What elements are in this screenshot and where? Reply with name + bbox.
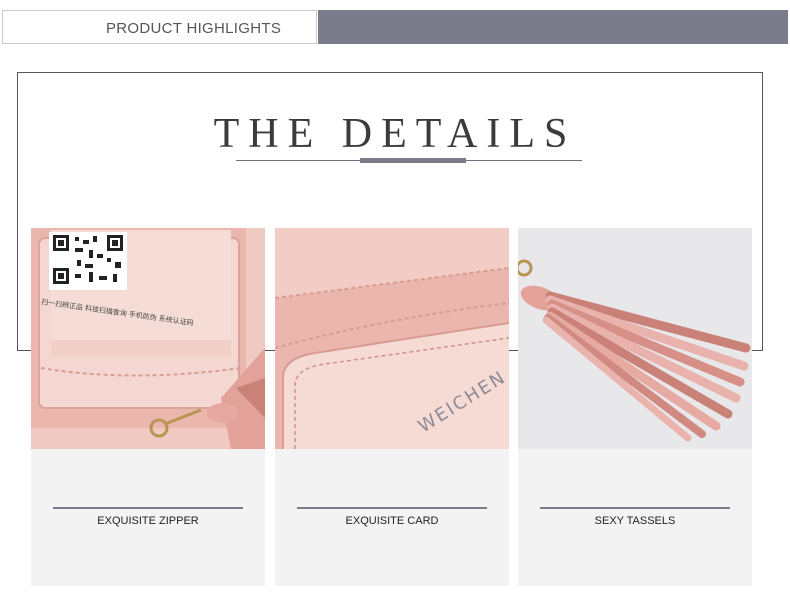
detail-card-tassel: SEXY TASSELS: [518, 228, 752, 586]
qr-code-icon: [49, 232, 127, 290]
detail-card-card-slot: WEICHEN EXQUISITE CARD: [275, 228, 509, 586]
caption-exquisite-zipper: EXQUISITE ZIPPER: [97, 515, 199, 527]
details-underline-accent: [360, 158, 466, 163]
header-accent-bar: [318, 10, 788, 44]
caption-rule: [297, 507, 487, 509]
caption-sexy-tassels: SEXY TASSELS: [594, 515, 676, 527]
card-slot-photo: WEICHEN: [275, 228, 509, 449]
section-header: PRODUCT HIGHLIGHTS: [2, 10, 317, 44]
tassel-photo: [518, 228, 752, 449]
caption-rule: [540, 507, 730, 509]
section-header-label: PRODUCT HIGHLIGHTS: [106, 20, 282, 37]
caption-rule: [53, 507, 243, 509]
detail-card-zipper: 扫一扫辨正品 科技扫描查询 手机防伪 系统认证码 EXQUISITE ZIPPE…: [31, 228, 265, 586]
caption-exquisite-card: EXQUISITE CARD: [345, 515, 439, 527]
details-title: THE DETAILS: [213, 111, 577, 157]
zipper-photo: 扫一扫辨正品 科技扫描查询 手机防伪 系统认证码: [31, 228, 265, 449]
